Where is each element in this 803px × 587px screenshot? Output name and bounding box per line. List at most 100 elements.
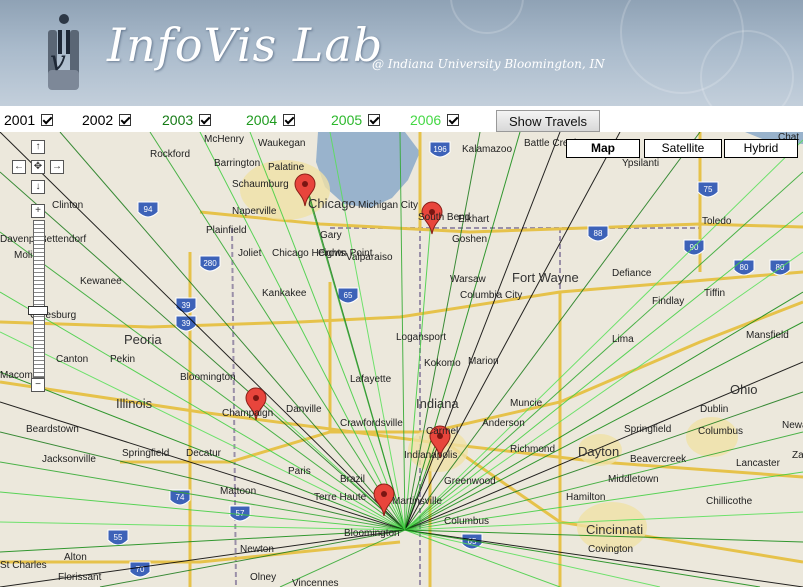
pan-center-icon[interactable]: ✥ xyxy=(31,160,45,174)
city-label: Newton xyxy=(240,544,274,555)
pan-left-icon[interactable]: ← xyxy=(12,160,26,174)
map-type-hybrid-button[interactable]: Hybrid xyxy=(724,139,798,158)
city-label: Alton xyxy=(64,552,87,563)
year-filter-2002[interactable]: 2002 xyxy=(82,112,132,128)
city-label: Chicago xyxy=(308,196,356,211)
map-type-map-button[interactable]: Map xyxy=(566,139,640,158)
pan-down-icon[interactable]: ↓ xyxy=(31,180,45,194)
city-label: Toledo xyxy=(702,216,732,227)
city-label: Goshen xyxy=(452,234,488,245)
city-label: Paris xyxy=(288,466,311,477)
map-type-satellite-button[interactable]: Satellite xyxy=(644,139,722,158)
city-label: Naperville xyxy=(232,206,277,217)
highway-shield: 88 xyxy=(587,225,609,242)
svg-text:75: 75 xyxy=(704,185,713,194)
year-filter-2006[interactable]: 2006 xyxy=(410,112,460,128)
zoom-out-icon[interactable]: − xyxy=(31,378,45,392)
travel-line xyxy=(404,132,521,531)
svg-text:80: 80 xyxy=(740,263,749,272)
year-checkbox[interactable] xyxy=(199,114,212,126)
city-label: Vincennes xyxy=(292,578,339,587)
city-label: Columbia City xyxy=(460,290,523,301)
state-label: Ohio xyxy=(730,382,758,397)
city-label: Kalamazoo xyxy=(462,144,513,155)
city-label: Kankakee xyxy=(262,288,307,299)
city-label: Indianapolis xyxy=(404,450,458,461)
show-travels-button[interactable]: Show Travels xyxy=(496,110,600,132)
city-label: Za xyxy=(792,450,803,461)
year-label: 2003 xyxy=(162,112,194,128)
city-label: Dayton xyxy=(578,444,620,459)
city-label: Hamilton xyxy=(566,492,606,503)
city-label: Jacksonville xyxy=(42,454,96,465)
city-label: Kewanee xyxy=(80,276,122,287)
city-label: Michigan City xyxy=(358,200,419,211)
svg-text:39: 39 xyxy=(182,319,191,328)
pan-up-icon[interactable]: ↑ xyxy=(31,140,45,154)
city-label: Joliet xyxy=(238,248,262,259)
city-label: Richmond xyxy=(510,444,556,455)
decorative-gear xyxy=(450,0,524,34)
city-label: Defiance xyxy=(612,268,652,279)
highway-shield: 75 xyxy=(697,181,719,198)
city-label: Newa xyxy=(782,420,803,431)
city-label: Bloomington xyxy=(344,528,400,539)
city-label: Terre Haute xyxy=(314,492,367,503)
highway-shield: 196 xyxy=(429,141,451,158)
city-label: Columbus xyxy=(698,426,744,437)
year-filter-bar: 2001 2002 2003 2004 2005 2006 xyxy=(0,108,803,132)
year-filter-2004[interactable]: 2004 xyxy=(246,112,296,128)
city-label: Cincinnati xyxy=(586,522,644,537)
page-subtitle: @ Indiana University Bloomington, IN xyxy=(372,57,605,71)
city-label: Springfield xyxy=(624,424,672,435)
zoom-slider-track[interactable] xyxy=(33,220,45,378)
page-title: InfoVis Lab xyxy=(107,18,384,72)
city-label: Martinsville xyxy=(392,496,443,507)
highway-shield: 280 xyxy=(199,255,221,272)
highway-shield: 80 xyxy=(733,259,755,276)
map-view[interactable]: 1967594889028080803939657455706557 McHen… xyxy=(0,132,803,587)
zoom-in-icon[interactable]: + xyxy=(31,204,45,218)
state-label: Illinois xyxy=(116,396,153,411)
year-filter-2005[interactable]: 2005 xyxy=(331,112,381,128)
year-filter-2003[interactable]: 2003 xyxy=(162,112,212,128)
city-label: Mattoon xyxy=(220,486,257,497)
highway-shield: 39 xyxy=(175,315,197,332)
city-label: Beardstown xyxy=(26,424,79,435)
city-label: Decatur xyxy=(186,448,222,459)
map-marker-icon[interactable] xyxy=(373,483,395,517)
city-label: Lafayette xyxy=(350,374,392,385)
year-checkbox[interactable] xyxy=(447,114,460,126)
year-filter-2001[interactable]: 2001 xyxy=(4,112,54,128)
year-checkbox[interactable] xyxy=(41,114,54,126)
city-label: Danville xyxy=(286,404,322,415)
city-label: Crawfordsville xyxy=(340,418,403,429)
svg-text:88: 88 xyxy=(594,229,603,238)
city-label: Anderson xyxy=(482,418,525,429)
city-label: Warsaw xyxy=(450,274,486,285)
city-label: Logansport xyxy=(396,332,447,343)
highway-shield: 94 xyxy=(137,201,159,218)
zoom-slider-handle[interactable] xyxy=(28,306,48,315)
city-label: Schaumburg xyxy=(232,179,289,190)
city-label: Fort Wayne xyxy=(512,270,579,285)
year-checkbox[interactable] xyxy=(368,114,381,126)
city-label: Dublin xyxy=(700,404,729,415)
year-label: 2004 xyxy=(246,112,278,128)
year-checkbox[interactable] xyxy=(283,114,296,126)
urban-area xyxy=(686,417,738,457)
city-label: Columbus xyxy=(444,516,490,527)
pan-right-icon[interactable]: → xyxy=(50,160,64,174)
city-label: Crown Point xyxy=(318,248,373,259)
svg-text:v: v xyxy=(50,44,66,77)
city-label: Carmel xyxy=(426,426,459,437)
city-label: Muncie xyxy=(510,398,543,409)
city-label: Marion xyxy=(468,356,499,367)
city-label: Clinton xyxy=(52,200,84,211)
year-checkbox[interactable] xyxy=(119,114,132,126)
city-label: McHenry xyxy=(204,134,245,145)
svg-text:94: 94 xyxy=(144,205,153,214)
city-label: Florissant xyxy=(58,572,102,583)
city-label: Covington xyxy=(588,544,634,555)
city-label: Chillicothe xyxy=(706,496,753,507)
